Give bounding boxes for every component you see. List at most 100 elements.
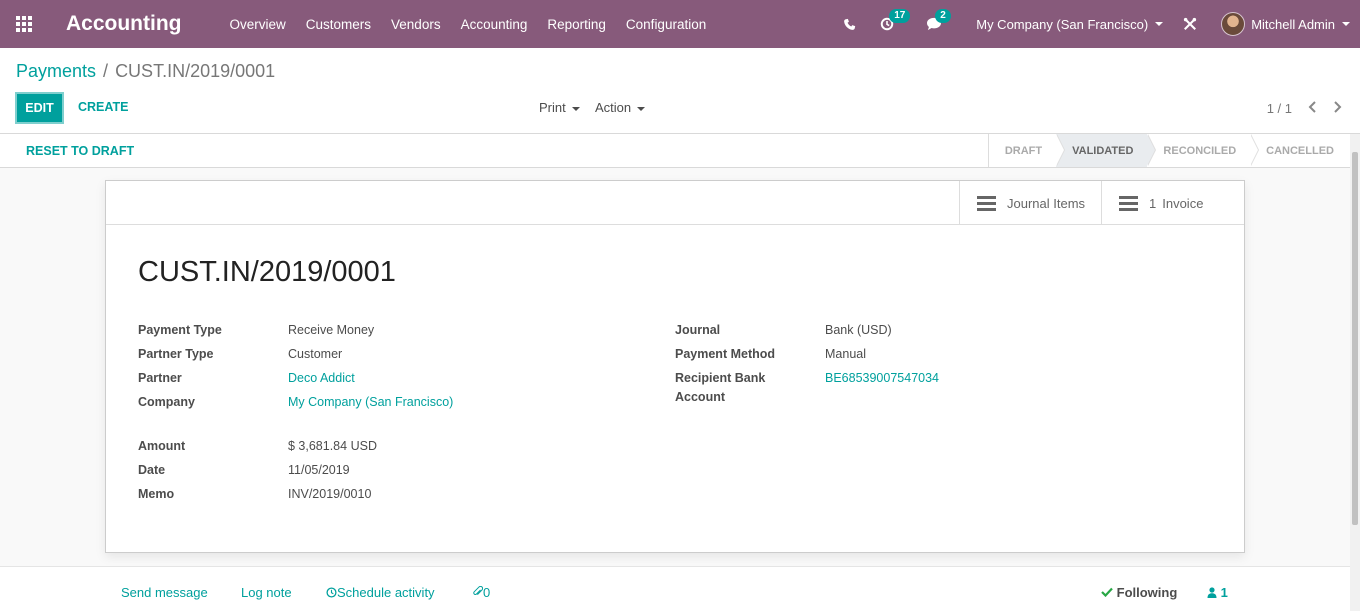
smart-button-box: Journal Items 1 Invoice [106,181,1244,225]
control-panel: Payments / CUST.IN/2019/0001 EDIT CREATE… [0,48,1360,134]
amount-value: $ 3,681.84 USD [288,439,377,453]
chevron-right-icon[interactable] [1333,100,1342,116]
user-name: Mitchell Admin [1251,16,1335,32]
stage-label: RECONCILED [1163,144,1237,157]
breadcrumb: Payments / CUST.IN/2019/0001 [16,61,275,82]
menu-item-reporting[interactable]: Reporting [547,17,606,32]
scrollbar-thumb[interactable] [1352,152,1358,525]
company-name: My Company (San Francisco) [976,16,1149,32]
date-value: 11/05/2019 [288,463,350,477]
action-dropdown[interactable]: Action [595,100,646,115]
paperclip-icon [473,585,484,596]
journal-value: Bank (USD) [825,323,892,337]
breadcrumb-current: CUST.IN/2019/0001 [115,61,276,81]
send-message-button[interactable]: Send message [121,585,208,600]
chevron-down-icon [637,106,646,111]
recipient-bank-label: Recipient Bank Account [675,371,765,404]
journal-label: Journal [675,323,721,337]
payment-method-value: Manual [825,347,866,361]
scrollbar[interactable] [1350,134,1360,611]
pager-value[interactable]: 1 / 1 [1267,101,1292,116]
clock-icon [326,587,337,598]
reset-to-draft-button[interactable]: RESET TO DRAFT [26,144,134,158]
payment-type-label: Payment Type [138,323,222,337]
partner-type-label: Partner Type [138,347,214,361]
invoice-button[interactable]: 1 Invoice [1101,181,1244,225]
systray: 17 2 My Company (San Francisco) Mitchell… [843,0,1360,48]
company-label: Company [138,395,195,409]
recipient-bank-label-line2: Account [675,390,725,404]
chevron-left-icon[interactable] [1308,100,1317,116]
breadcrumb-separator: / [103,61,109,81]
chat-icon[interactable]: 2 [926,9,951,31]
recipient-bank-link[interactable]: BE68539007547034 [825,371,939,385]
message-badge: 2 [935,9,951,23]
edit-button[interactable]: EDIT [15,92,64,124]
status-stages: DRAFT VALIDATED RECONCILED CANCELLED [987,134,1350,167]
journal-items-button[interactable]: Journal Items [959,181,1101,225]
main-menu: Overview Customers Vendors Accounting Re… [230,17,727,32]
followers-count: 1 [1220,585,1228,600]
list-icon [977,195,996,211]
chevron-down-icon [1342,22,1350,26]
menu-item-overview[interactable]: Overview [230,17,286,32]
create-button[interactable]: CREATE [78,100,128,114]
menu-item-accounting[interactable]: Accounting [461,17,528,32]
activity-badge: 17 [889,9,911,23]
menu-item-customers[interactable]: Customers [306,17,371,32]
stage-label: DRAFT [1004,144,1043,157]
company-link[interactable]: My Company (San Francisco) [288,395,453,409]
chevron-down-icon [571,106,580,111]
stage-validated: VALIDATED [1056,134,1157,167]
avatar [1221,12,1246,36]
stage-cancelled: CANCELLED [1250,134,1350,167]
date-label: Date [138,463,166,477]
amount-label: Amount [138,439,186,453]
tools-icon[interactable] [1183,17,1197,31]
log-note-button[interactable]: Log note [241,585,292,600]
activity-clock-icon[interactable]: 17 [880,9,911,31]
pager: 1 / 1 [1267,100,1342,116]
schedule-activity-button[interactable]: Schedule activity [326,585,435,600]
app-title[interactable]: Accounting [66,12,182,36]
memo-label: Memo [138,487,175,501]
invoice-label: Invoice [1162,195,1204,211]
menu-item-configuration[interactable]: Configuration [626,17,706,32]
check-icon [1101,587,1113,598]
user-icon [1207,587,1217,598]
amount-number: $ 3,681.84 [288,439,348,453]
attachment-count: 0 [483,585,491,600]
followers-button[interactable]: 1 [1207,585,1228,600]
stage-reconciled: RECONCILED [1147,134,1260,167]
schedule-activity-label: Schedule activity [337,585,435,600]
chatter-topbar: Send message Log note Schedule activity … [0,566,1350,611]
partner-label: Partner [138,371,182,385]
list-icon [1119,195,1138,211]
amount-currency: USD [350,439,377,453]
memo-value: INV/2019/0010 [288,487,372,501]
company-switcher[interactable]: My Company (San Francisco) [976,16,1164,32]
stage-label: CANCELLED [1266,144,1334,157]
print-dropdown[interactable]: Print [539,100,580,115]
attachments-button[interactable]: 0 [473,585,490,600]
form-sheet: Journal Items 1 Invoice CUST.IN/2019/000… [105,180,1245,553]
recipient-bank-label-line1: Recipient Bank [675,371,766,385]
phone-icon[interactable] [843,18,856,31]
chevron-down-icon [1155,22,1164,26]
main-navbar: Accounting Overview Customers Vendors Ac… [0,0,1360,48]
apps-icon[interactable] [0,0,48,48]
stage-draft: DRAFT [989,134,1066,167]
statusbar: RESET TO DRAFT DRAFT VALIDATED RECONCILE… [0,134,1350,168]
user-menu[interactable]: Mitchell Admin [1221,12,1350,36]
action-label: Action [595,100,632,115]
print-label: Print [539,100,566,115]
stage-label: VALIDATED [1072,144,1134,157]
menu-item-vendors[interactable]: Vendors [391,17,441,32]
payment-type-value: Receive Money [288,323,375,337]
following-button[interactable]: Following [1101,585,1177,600]
partner-link[interactable]: Deco Addict [288,371,355,385]
following-label: Following [1116,585,1178,600]
invoice-count: 1 [1149,195,1157,211]
breadcrumb-payments[interactable]: Payments [16,61,96,82]
journal-items-label: Journal Items [1007,195,1086,211]
